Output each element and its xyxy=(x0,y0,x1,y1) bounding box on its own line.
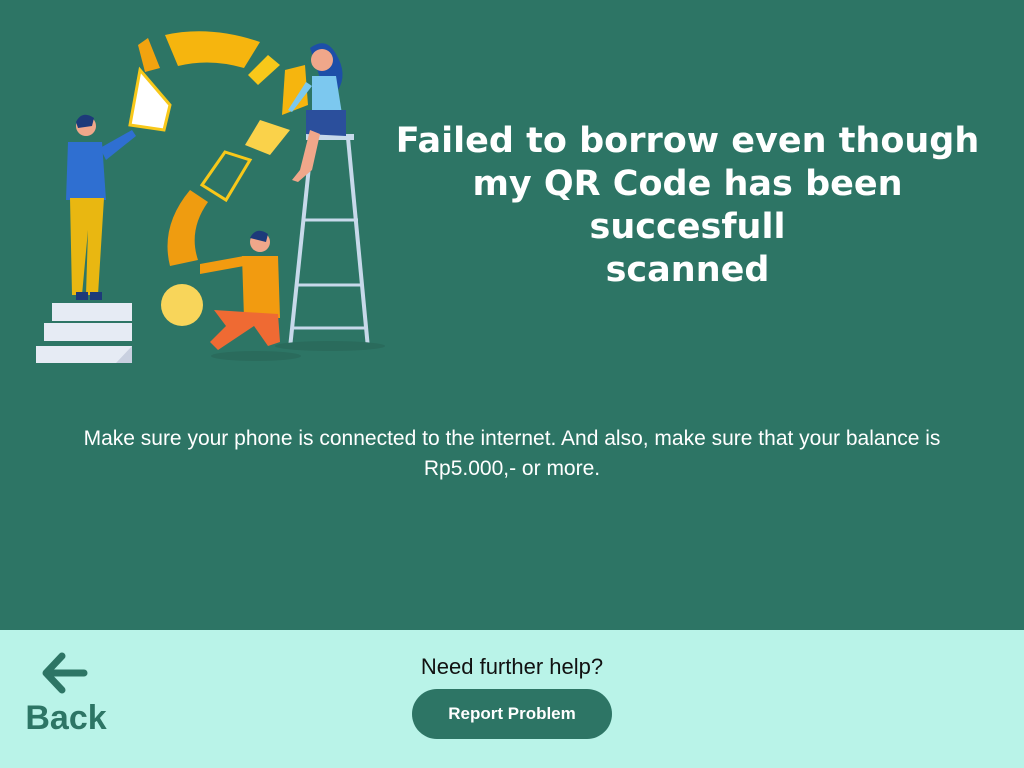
person-shirt xyxy=(66,142,106,200)
question-mark-segment xyxy=(199,150,253,203)
person-hair xyxy=(76,114,94,128)
page-title: Failed to borrow even though my QR Code … xyxy=(395,121,980,290)
report-problem-button[interactable]: Report Problem xyxy=(412,689,612,739)
question-mark-dot xyxy=(161,284,203,326)
main-panel: Failed to borrow even though my QR Code … xyxy=(0,0,1024,630)
help-message: Make sure your phone is connected to the… xyxy=(83,427,941,480)
question-mark-segment xyxy=(167,190,208,266)
stair-step xyxy=(36,346,132,363)
arrow-left-icon xyxy=(42,652,88,694)
person-arm xyxy=(200,256,244,274)
back-button[interactable]: Back xyxy=(18,648,118,744)
back-label: Back xyxy=(25,699,107,737)
help-prompt: Need further help? xyxy=(420,654,604,679)
question-mark-segment xyxy=(165,31,260,69)
stair-step xyxy=(52,303,132,321)
person-head xyxy=(311,49,333,71)
person-shoe xyxy=(90,292,102,300)
question-mark-segment xyxy=(248,55,280,85)
question-mark-segment xyxy=(245,120,290,155)
question-mark-segment xyxy=(128,66,172,132)
person-shadow xyxy=(211,351,301,361)
person-pants xyxy=(210,310,280,350)
question-mark-segment xyxy=(138,38,160,72)
person-pants xyxy=(70,198,104,295)
stair-step xyxy=(44,323,132,341)
ladder-leg xyxy=(346,137,370,349)
person-arm xyxy=(100,130,136,160)
question-mark-illustration xyxy=(36,31,385,363)
ladder-shadow xyxy=(275,341,385,351)
person-shoe xyxy=(76,292,88,300)
person-shirt xyxy=(242,256,280,318)
